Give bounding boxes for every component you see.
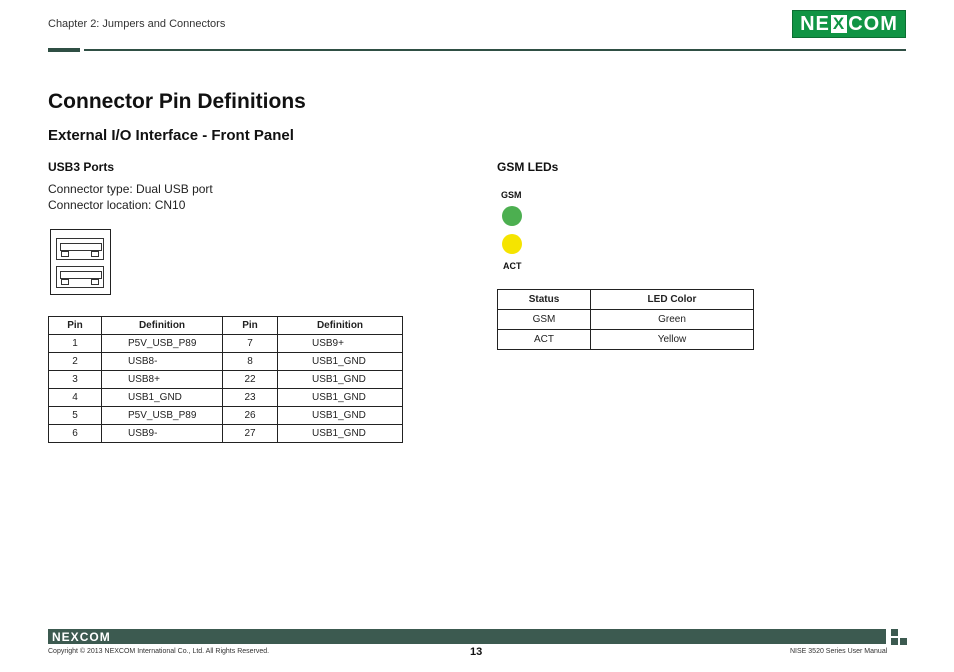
page-number: 13: [470, 646, 483, 658]
led-label-gsm: GSM: [501, 190, 522, 200]
usb-port-top: [56, 238, 104, 260]
manual-title: NISE 3520 Series User Manual: [790, 648, 888, 655]
gsm-heading: GSM LEDs: [497, 160, 559, 174]
column-header: Pin: [222, 316, 278, 335]
table-cell: ACT: [497, 329, 591, 350]
logo-part-2: X: [830, 14, 848, 33]
logo-part-3: COM: [848, 12, 898, 35]
usb-port-bottom: [56, 266, 104, 288]
header-rule: [84, 49, 906, 51]
column-header: Definition: [101, 316, 223, 335]
usb-connector-type: Connector type: Dual USB port: [48, 182, 213, 196]
table-cell: USB1_GND: [277, 424, 403, 443]
table-row: 5 P5V_USB_P89 26 USB1_GND: [48, 406, 403, 425]
usb-connector-location: Connector location: CN10: [48, 198, 186, 212]
table-cell: USB9+: [277, 334, 403, 353]
table-cell: 1: [48, 334, 102, 353]
table-row: 6 USB9- 27 USB1_GND: [48, 424, 403, 443]
table-cell: 6: [48, 424, 102, 443]
table-cell: Green: [590, 309, 754, 330]
table-cell: 27: [222, 424, 278, 443]
table-row: 3 USB8+ 22 USB1_GND: [48, 370, 403, 389]
gsm-led-table: Status LED Color GSM Green ACT Yellow: [497, 289, 754, 350]
dual-usb-port-diagram: [50, 229, 111, 295]
table-cell: 22: [222, 370, 278, 389]
table-cell: USB1_GND: [277, 370, 403, 389]
table-cell: 26: [222, 406, 278, 425]
table-cell: 5: [48, 406, 102, 425]
led-label-act: ACT: [503, 261, 522, 271]
table-row: 2 USB8- 8 USB1_GND: [48, 352, 403, 371]
table-cell: P5V_USB_P89: [101, 406, 223, 425]
gsm-led-indicator: [502, 206, 522, 226]
column-header: LED Color: [590, 289, 754, 310]
footer-nexcom-logo: NEXCOM: [52, 630, 111, 644]
table-cell: Yellow: [590, 329, 754, 350]
usb-pin-table: Pin Definition Pin Definition 1 P5V_USB_…: [48, 316, 403, 443]
table-cell: USB1_GND: [277, 406, 403, 425]
table-row: 1 P5V_USB_P89 7 USB9+: [48, 334, 403, 353]
table-header-row: Status LED Color: [497, 289, 754, 310]
chapter-title: Chapter 2: Jumpers and Connectors: [48, 18, 226, 30]
logo-part-1: NE: [800, 12, 830, 35]
table-cell: 23: [222, 388, 278, 407]
act-led-indicator: [502, 234, 522, 254]
section-subtitle: External I/O Interface - Front Panel: [48, 127, 294, 144]
nexcom-logo: NE X COM: [792, 10, 906, 38]
footer-logo-part-1: NE: [52, 630, 71, 644]
column-header: Definition: [277, 316, 403, 335]
table-header-row: Pin Definition Pin Definition: [48, 316, 403, 335]
table-row: ACT Yellow: [497, 329, 754, 350]
table-cell: USB1_GND: [277, 388, 403, 407]
table-row: GSM Green: [497, 309, 754, 330]
table-cell: 3: [48, 370, 102, 389]
footer-square: [891, 629, 898, 636]
footer-bar: [48, 629, 886, 644]
header-accent-bar: [48, 48, 80, 52]
table-cell: USB1_GND: [101, 388, 223, 407]
table-cell: 2: [48, 352, 102, 371]
column-header: Status: [497, 289, 591, 310]
table-row: 4 USB1_GND 23 USB1_GND: [48, 388, 403, 407]
table-cell: GSM: [497, 309, 591, 330]
footer-logo-part-2: X: [70, 630, 80, 644]
footer-logo-part-3: COM: [79, 630, 111, 644]
table-cell: P5V_USB_P89: [101, 334, 223, 353]
copyright-text: Copyright © 2013 NEXCOM International Co…: [48, 648, 270, 655]
table-cell: USB1_GND: [277, 352, 403, 371]
table-cell: 8: [222, 352, 278, 371]
page-title: Connector Pin Definitions: [48, 90, 306, 113]
table-cell: USB9-: [101, 424, 223, 443]
table-cell: USB8+: [101, 370, 223, 389]
column-header: Pin: [48, 316, 102, 335]
table-cell: 4: [48, 388, 102, 407]
table-cell: USB8-: [101, 352, 223, 371]
footer-square: [900, 638, 907, 645]
table-cell: 7: [222, 334, 278, 353]
usb-heading: USB3 Ports: [48, 160, 115, 174]
footer-square: [891, 638, 898, 645]
